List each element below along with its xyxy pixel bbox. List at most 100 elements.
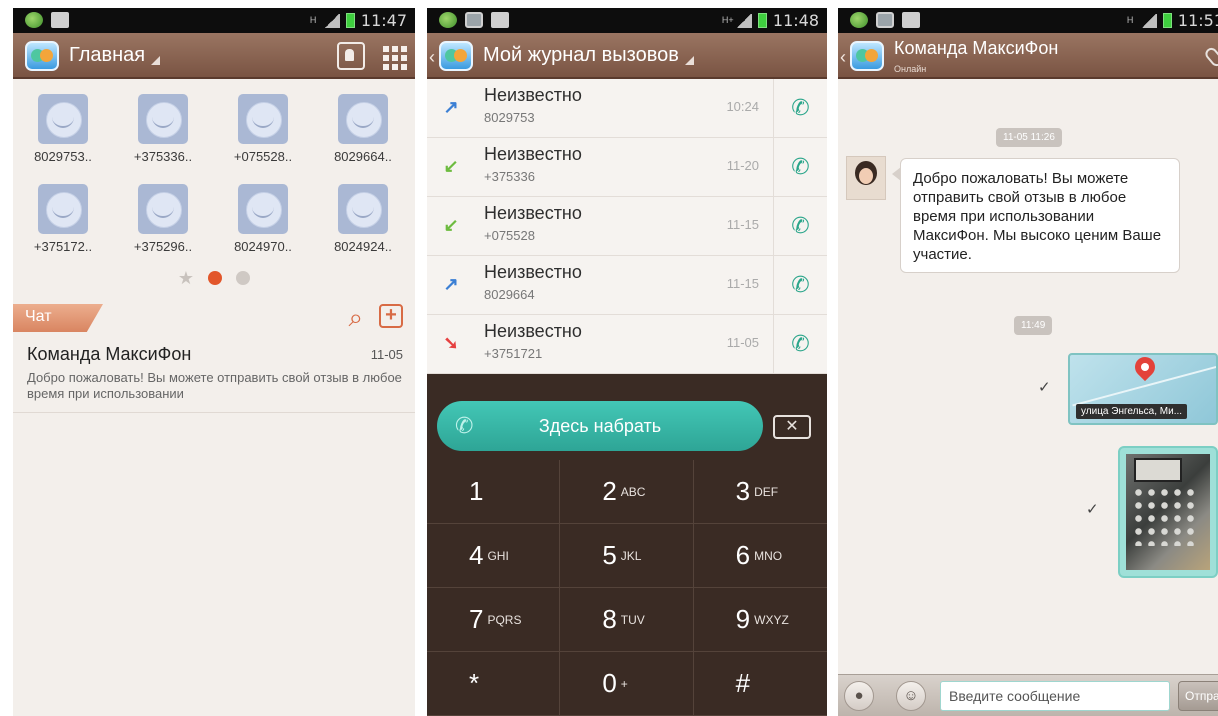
key-2[interactable]: 2 ABC xyxy=(560,460,694,524)
call-log-screen: H+ 11:48 ‹ Мой журнал вызовов ↗ Неизвест… xyxy=(427,8,827,716)
microphone-icon[interactable]: ● xyxy=(844,681,874,711)
key-1[interactable]: 1 xyxy=(427,460,561,524)
key-6[interactable]: 6 MNO xyxy=(693,524,827,588)
status-time: 11:48 xyxy=(772,11,819,30)
apps-grid-icon[interactable] xyxy=(379,42,407,70)
call-time: 11-15 xyxy=(726,276,759,291)
avatar xyxy=(38,94,88,144)
chat-screen: H 11:51 ‹ Команда МаксиФон Онлайн 11-05 … xyxy=(838,8,1218,716)
caller-name: Неизвестно xyxy=(484,144,582,164)
avatar xyxy=(138,94,188,144)
favorite-number: 8029664.. xyxy=(334,149,392,164)
call-log-row[interactable]: ↙ Неизвестно +375336 11-20 ✆ xyxy=(427,138,827,197)
phone-call-icon[interactable]: ✆ xyxy=(773,315,827,373)
caller-name: Неизвестно xyxy=(484,85,582,105)
back-chevron-icon[interactable]: ‹ xyxy=(429,47,435,68)
delivered-check-icon: ✓ xyxy=(1038,379,1051,396)
favorite-contact[interactable]: 8029664.. xyxy=(313,94,413,184)
network-type-icon: H xyxy=(1126,15,1134,25)
incoming-message: Добро пожаловать! Вы можете отправить св… xyxy=(892,158,1180,273)
favorite-contact[interactable]: +375296.. xyxy=(113,184,213,274)
key-0[interactable]: 0 + xyxy=(560,652,694,716)
caller-number: +3751721 xyxy=(484,346,543,361)
incoming-call-icon: ↙ xyxy=(443,156,459,176)
favorite-contact[interactable]: +375172.. xyxy=(13,184,113,274)
call-time: 10:24 xyxy=(726,99,759,114)
location-label: улица Энгельса, Ми... xyxy=(1076,404,1188,419)
caller-name: Неизвестно xyxy=(484,321,582,341)
favorite-number: 8029753.. xyxy=(34,149,92,164)
key-3[interactable]: 3 DEF xyxy=(693,460,827,524)
favorite-contact[interactable]: 8024924.. xyxy=(313,184,413,274)
location-message[interactable]: улица Энгельса, Ми... xyxy=(1068,353,1218,425)
favorite-contact[interactable]: +375336.. xyxy=(113,94,213,184)
caller-number: +075528 xyxy=(484,228,535,243)
frequent-icon[interactable] xyxy=(236,271,251,285)
key-7[interactable]: 7 PQRS xyxy=(427,588,561,652)
chat-title: Команда МаксиФон xyxy=(894,38,1059,58)
favorite-number: 8024970.. xyxy=(234,239,292,254)
chat-list-item[interactable]: Команда МаксиФон 11-05 Добро пожаловать!… xyxy=(13,336,415,413)
emoji-icon[interactable]: ☺ xyxy=(896,681,926,711)
status-bar: H 11:47 xyxy=(13,8,415,33)
key-5[interactable]: 5 JKL xyxy=(560,524,694,588)
favorite-number: +375296.. xyxy=(133,239,193,254)
call-log-row[interactable]: ➘ Неизвестно +3751721 11-05 ✆ xyxy=(427,315,827,374)
star-icon[interactable]: ★ xyxy=(178,268,194,289)
avatar xyxy=(338,94,388,144)
dropdown-corner-icon xyxy=(151,56,161,65)
battery-icon xyxy=(757,13,767,28)
chat-section-header: Чат ⌕ + xyxy=(13,300,415,336)
online-status: Онлайн xyxy=(894,64,927,74)
incoming-call-icon: ↙ xyxy=(443,215,459,235)
status-time: 11:47 xyxy=(360,11,407,30)
call-time: 11-15 xyxy=(726,217,759,232)
avatar xyxy=(338,184,388,234)
add-chat-icon[interactable]: + xyxy=(379,304,403,328)
favorite-contact[interactable]: 8024970.. xyxy=(213,184,313,274)
network-type-icon: H xyxy=(309,15,317,25)
attachment-clip-icon[interactable] xyxy=(1202,45,1218,69)
favorite-contact[interactable]: +075528.. xyxy=(213,94,313,184)
message-input-bar: ● ☺ Отправить xyxy=(838,674,1218,716)
signal-icon xyxy=(1140,13,1157,28)
timestamp-badge: 11:49 xyxy=(1014,316,1053,335)
app-logo-icon[interactable] xyxy=(850,41,884,71)
phone-call-icon[interactable]: ✆ xyxy=(773,79,827,137)
message-input[interactable] xyxy=(940,681,1170,711)
phone-call-icon[interactable]: ✆ xyxy=(773,197,827,255)
signal-icon xyxy=(323,13,340,28)
call-log-row[interactable]: ↙ Неизвестно +075528 11-15 ✆ xyxy=(427,197,827,256)
telephone-photo xyxy=(1126,454,1210,570)
avatar xyxy=(138,184,188,234)
app-logo-icon[interactable] xyxy=(439,41,473,71)
search-icon[interactable]: ⌕ xyxy=(348,304,363,330)
key-star[interactable]: * xyxy=(427,652,561,716)
call-log-row[interactable]: ↗ Неизвестно 8029753 10:24 ✆ xyxy=(427,79,827,138)
contacts-icon[interactable] xyxy=(337,42,365,70)
avatar xyxy=(238,94,288,144)
call-log-row[interactable]: ↗ Неизвестно 8029664 11-15 ✆ xyxy=(427,256,827,315)
chat-tab[interactable]: Чат xyxy=(13,304,103,332)
phone-call-icon[interactable]: ✆ xyxy=(773,138,827,196)
status-bar: H 11:51 xyxy=(838,8,1218,33)
bag-notification-icon xyxy=(902,12,920,28)
photo-message[interactable] xyxy=(1118,446,1218,578)
battery-icon xyxy=(345,13,355,28)
avatar[interactable] xyxy=(846,156,886,200)
key-4[interactable]: 4 GHI xyxy=(427,524,561,588)
key-9[interactable]: 9 WXYZ xyxy=(693,588,827,652)
recent-clock-icon[interactable] xyxy=(208,271,223,285)
key-8[interactable]: 8 TUV xyxy=(560,588,694,652)
key-hash[interactable]: # xyxy=(693,652,827,716)
keypad: 1 2 ABC 3 DEF 4 GHI 5 JKL 6 MNO 7 PQRS 8 TUV 9W… xyxy=(427,460,827,716)
backspace-icon[interactable]: ✕ xyxy=(773,415,811,439)
send-button[interactable]: Отправить xyxy=(1178,681,1218,711)
back-chevron-icon[interactable]: ‹ xyxy=(840,47,846,68)
app-logo-icon xyxy=(25,41,59,71)
dial-button[interactable]: ✆ Здесь набрать xyxy=(437,401,763,451)
avatar xyxy=(38,184,88,234)
favorite-contact[interactable]: 8029753.. xyxy=(13,94,113,184)
phone-call-icon[interactable]: ✆ xyxy=(773,256,827,314)
bag-notification-icon xyxy=(51,12,69,28)
